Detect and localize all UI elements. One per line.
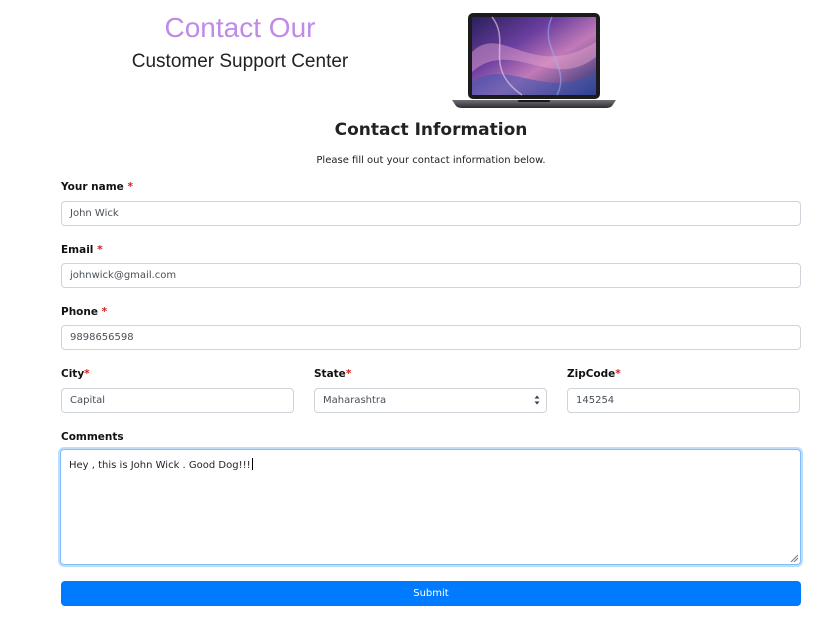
email-label-text: Email bbox=[61, 244, 94, 256]
state-select-value: Maharashtra bbox=[323, 395, 387, 406]
phone-label-text: Phone bbox=[61, 306, 98, 318]
phone-field[interactable]: 9898656598 bbox=[61, 325, 801, 350]
city-label-text: City bbox=[61, 368, 85, 380]
laptop-image bbox=[452, 13, 616, 108]
section-title: Contact Information bbox=[334, 120, 528, 140]
state-label: State* bbox=[314, 368, 351, 380]
page-title: Contact Our bbox=[164, 12, 316, 43]
name-field[interactable]: John Wick bbox=[61, 201, 801, 226]
required-mark: * bbox=[101, 306, 108, 318]
required-mark: * bbox=[615, 368, 621, 380]
zipcode-field[interactable]: 145254 bbox=[567, 388, 800, 413]
state-label-text: State bbox=[314, 368, 346, 380]
submit-button[interactable]: Submit bbox=[61, 581, 801, 606]
required-mark: * bbox=[97, 244, 103, 256]
required-mark: * bbox=[84, 368, 90, 380]
page-subtitle: Customer Support Center bbox=[131, 51, 349, 72]
state-select[interactable]: Maharashtra bbox=[314, 388, 547, 413]
phone-label: Phone * bbox=[61, 306, 107, 318]
comments-label: Comments bbox=[61, 431, 124, 443]
select-chevron-icon bbox=[534, 395, 540, 405]
city-field[interactable]: Capital bbox=[61, 388, 294, 413]
zipcode-label-text: ZipCode bbox=[567, 368, 616, 380]
resize-grip-icon[interactable] bbox=[790, 554, 798, 562]
city-label: City* bbox=[61, 368, 90, 380]
name-label-text: Your name bbox=[61, 181, 124, 193]
section-subtitle: Please fill out your contact information… bbox=[316, 155, 546, 166]
text-caret bbox=[251, 458, 253, 470]
zipcode-label: ZipCode* bbox=[567, 368, 621, 380]
comments-text: Hey , this is John Wick . Good Dog!!! bbox=[69, 460, 251, 471]
required-mark: * bbox=[345, 368, 352, 380]
email-field[interactable]: johnwick@gmail.com bbox=[61, 263, 801, 288]
name-label: Your name * bbox=[61, 181, 133, 193]
required-mark: * bbox=[127, 181, 133, 193]
email-label: Email * bbox=[61, 244, 103, 256]
page-header: Contact Our Customer Support Center bbox=[0, 0, 832, 112]
comments-textarea[interactable]: Hey , this is John Wick . Good Dog!!! bbox=[60, 449, 801, 565]
